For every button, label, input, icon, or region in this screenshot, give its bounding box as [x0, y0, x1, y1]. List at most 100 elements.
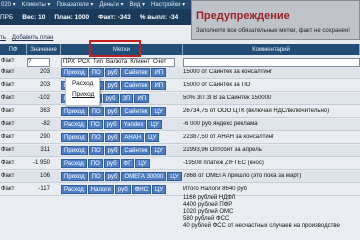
- table-row[interactable]: Факт 290 Приход ПО руб АНАН ЦУ 22387,50 от АНАН…: [0, 132, 360, 144]
- add-plan-link[interactable]: Добавить план: [12, 35, 54, 41]
- filter-tag-0[interactable]: ПРХ: [63, 59, 75, 66]
- row-comment[interactable]: 7868 от ОМЕГА пришло (это пока за март): [183, 173, 359, 179]
- table-row[interactable]: Факт 106 Приход ПО руб ОМЕГА 30000 ЦУ 7868 от О…: [0, 171, 360, 183]
- row-comment[interactable]: Итого Налоги 8640 руб: [183, 186, 359, 192]
- tag-chip[interactable]: ЦУ: [151, 107, 166, 116]
- tag-chip[interactable]: ИП: [151, 68, 167, 77]
- table-row[interactable]: Факт 311 Приход ПО руб Сайнтек ЦУ 22993,96 Оптс…: [0, 145, 360, 157]
- table-row[interactable]: Факт -1 950 Расход ПО руб ФГ ЦУ -19508 платеж Z…: [0, 158, 360, 170]
- tag-chip[interactable]: руб: [114, 185, 131, 194]
- row-value[interactable]: 203: [27, 69, 50, 75]
- table-row[interactable]: Факт-102РасходЗПрубЗПИП50% ЗП ЗГВ за Сай…: [0, 93, 360, 105]
- tag-chip[interactable]: Сайнтек: [121, 146, 151, 155]
- menu-item-0[interactable]: 020 ▾: [1, 1, 16, 8]
- add-fact-link[interactable]: ть: [0, 35, 6, 41]
- tag-chip[interactable]: руб: [103, 120, 120, 129]
- tag-chip[interactable]: АНАН: [121, 133, 145, 142]
- row-comment[interactable]: 26734,75 от ООО ЦТК (включая НДС/включит…: [183, 108, 359, 114]
- dropdown-option-income[interactable]: Приход: [66, 89, 99, 100]
- row-comment[interactable]: 15000 от Сайнтек за консалтинг: [183, 69, 359, 75]
- row-value[interactable]: 203: [27, 82, 50, 88]
- menu-item-2[interactable]: Показатели ▾: [56, 1, 93, 8]
- tag-chip[interactable]: руб: [102, 94, 119, 103]
- tag-chip[interactable]: ПО: [88, 107, 104, 116]
- row-comment[interactable]: 22387,50 от АНАН за консалтинг: [183, 134, 359, 140]
- row-comment[interactable]: 22993,96 Оптсбит за апрель: [183, 147, 359, 153]
- tag-chip[interactable]: ПО: [88, 172, 104, 181]
- tag-chip[interactable]: Приход: [61, 133, 88, 142]
- tag-chip[interactable]: Приход: [61, 107, 88, 116]
- tag-chip[interactable]: ПО: [87, 159, 103, 168]
- filter-tag-4[interactable]: Клиент: [130, 59, 150, 66]
- table-row[interactable]: Факт203ПриходПОрубСайнтекИП15000 от Сайн…: [0, 80, 360, 92]
- filter-tag-1[interactable]: РСХ: [78, 59, 90, 66]
- dropdown-option-expense[interactable]: Расход: [66, 78, 99, 89]
- row-value[interactable]: -82: [27, 121, 50, 127]
- tag-chip[interactable]: ОМЕГА 30000: [121, 172, 167, 181]
- tag-chip[interactable]: ЦУ: [145, 133, 160, 142]
- menu-item-3[interactable]: Деньги ▾: [99, 1, 123, 8]
- table-row[interactable]: Факт203ПриходПОрубСайнтекИП15000 от Сайн…: [0, 67, 360, 79]
- filter-tag-5[interactable]: Счет: [153, 59, 166, 66]
- tag-chip[interactable]: Сайнтек: [121, 68, 151, 77]
- tag-chip[interactable]: руб: [103, 159, 120, 168]
- tag-chip[interactable]: Приход: [61, 172, 88, 181]
- row-value[interactable]: -102: [27, 95, 50, 101]
- menu-item-1[interactable]: Клиенты ▾: [22, 1, 51, 8]
- row-value[interactable]: -117: [27, 186, 50, 192]
- filter-comment-input[interactable]: [183, 58, 360, 67]
- tag-chip[interactable]: ЦУ: [167, 172, 182, 181]
- row-comment[interactable]: -6 000 руб яндекс реклама: [183, 121, 359, 127]
- row-value[interactable]: 363: [27, 108, 50, 114]
- row-value[interactable]: -1 950: [27, 160, 50, 166]
- tag-chip[interactable]: ИП: [134, 94, 150, 103]
- filter-tag-3[interactable]: Валюта: [106, 59, 127, 66]
- tag-chip[interactable]: руб: [104, 107, 121, 116]
- tag-chip[interactable]: Расход: [61, 159, 87, 168]
- tag-chip[interactable]: ЦУ: [151, 185, 167, 194]
- row-comment[interactable]: 15000 от Сайнтек за ПО: [183, 82, 359, 88]
- menu-item-4[interactable]: Вид ▾: [130, 1, 146, 8]
- tag-chip[interactable]: ЗП: [119, 94, 134, 103]
- tag-chip[interactable]: ПО: [88, 68, 104, 77]
- tag-chip[interactable]: руб: [104, 81, 121, 90]
- column-header-value[interactable]: Значение: [27, 44, 61, 55]
- tag-chip[interactable]: Налоги: [87, 185, 114, 194]
- column-header-comment[interactable]: Комментарий: [183, 44, 360, 55]
- tag-chip[interactable]: Приход: [61, 68, 88, 77]
- filter-tags[interactable]: ПРХ РСХ Тип Валюта Клиент Счет: [61, 58, 175, 67]
- column-header-type[interactable]: ПФ: [0, 44, 27, 55]
- tag-chip[interactable]: руб: [104, 133, 121, 142]
- tag-chip[interactable]: руб: [104, 146, 121, 155]
- tag-chip[interactable]: ИП: [151, 81, 167, 90]
- row-comment[interactable]: 50% ЗП ЗГВ за Сайнтек 150000: [183, 95, 359, 101]
- tag-chip[interactable]: Сайнтек: [121, 81, 151, 90]
- row-type: Факт: [1, 95, 15, 101]
- tag-chip[interactable]: ФГ: [120, 159, 135, 168]
- tag-chip[interactable]: ПО: [88, 146, 104, 155]
- tag-chip[interactable]: ПО: [88, 133, 104, 142]
- tag-chip[interactable]: Расход: [61, 120, 87, 129]
- warning-popup: Предупреждение Заполните все обязательны…: [191, 0, 360, 40]
- row-value[interactable]: 290: [27, 134, 50, 140]
- row-value[interactable]: 311: [27, 147, 50, 153]
- tag-chip[interactable]: ФНС: [131, 185, 151, 194]
- menu-item-5[interactable]: Настройки ▾: [151, 1, 185, 8]
- tag-chip[interactable]: ПО: [87, 120, 103, 129]
- tag-chip[interactable]: ЦУ: [151, 146, 166, 155]
- tag-chip[interactable]: руб: [104, 68, 121, 77]
- row-value[interactable]: 106: [27, 173, 50, 179]
- tag-chip[interactable]: Расход: [61, 185, 87, 194]
- table-row[interactable]: Факт 363 Приход ПО руб Сайнтек ЦУ 26734,75 от О…: [0, 106, 360, 118]
- table-row[interactable]: Факт -82 Расход ПО руб Yandex ЦУ -6 000 руб янд…: [0, 119, 360, 131]
- tag-chip[interactable]: Сайнтек: [121, 107, 151, 116]
- tag-chip[interactable]: Приход: [61, 146, 88, 155]
- type-dropdown[interactable]: Расход Приход: [65, 77, 100, 106]
- filter-value-input[interactable]: ?: [27, 58, 50, 67]
- tag-chip[interactable]: Yandex: [120, 120, 147, 129]
- tag-chip[interactable]: руб: [104, 172, 121, 181]
- filter-tag-2[interactable]: Тип: [93, 59, 103, 66]
- tag-chip[interactable]: ЦУ: [135, 159, 150, 168]
- tag-chip[interactable]: ЦУ: [147, 120, 162, 129]
- row-comment[interactable]: -19508 платеж ZIFTEC (кнос): [183, 160, 359, 166]
